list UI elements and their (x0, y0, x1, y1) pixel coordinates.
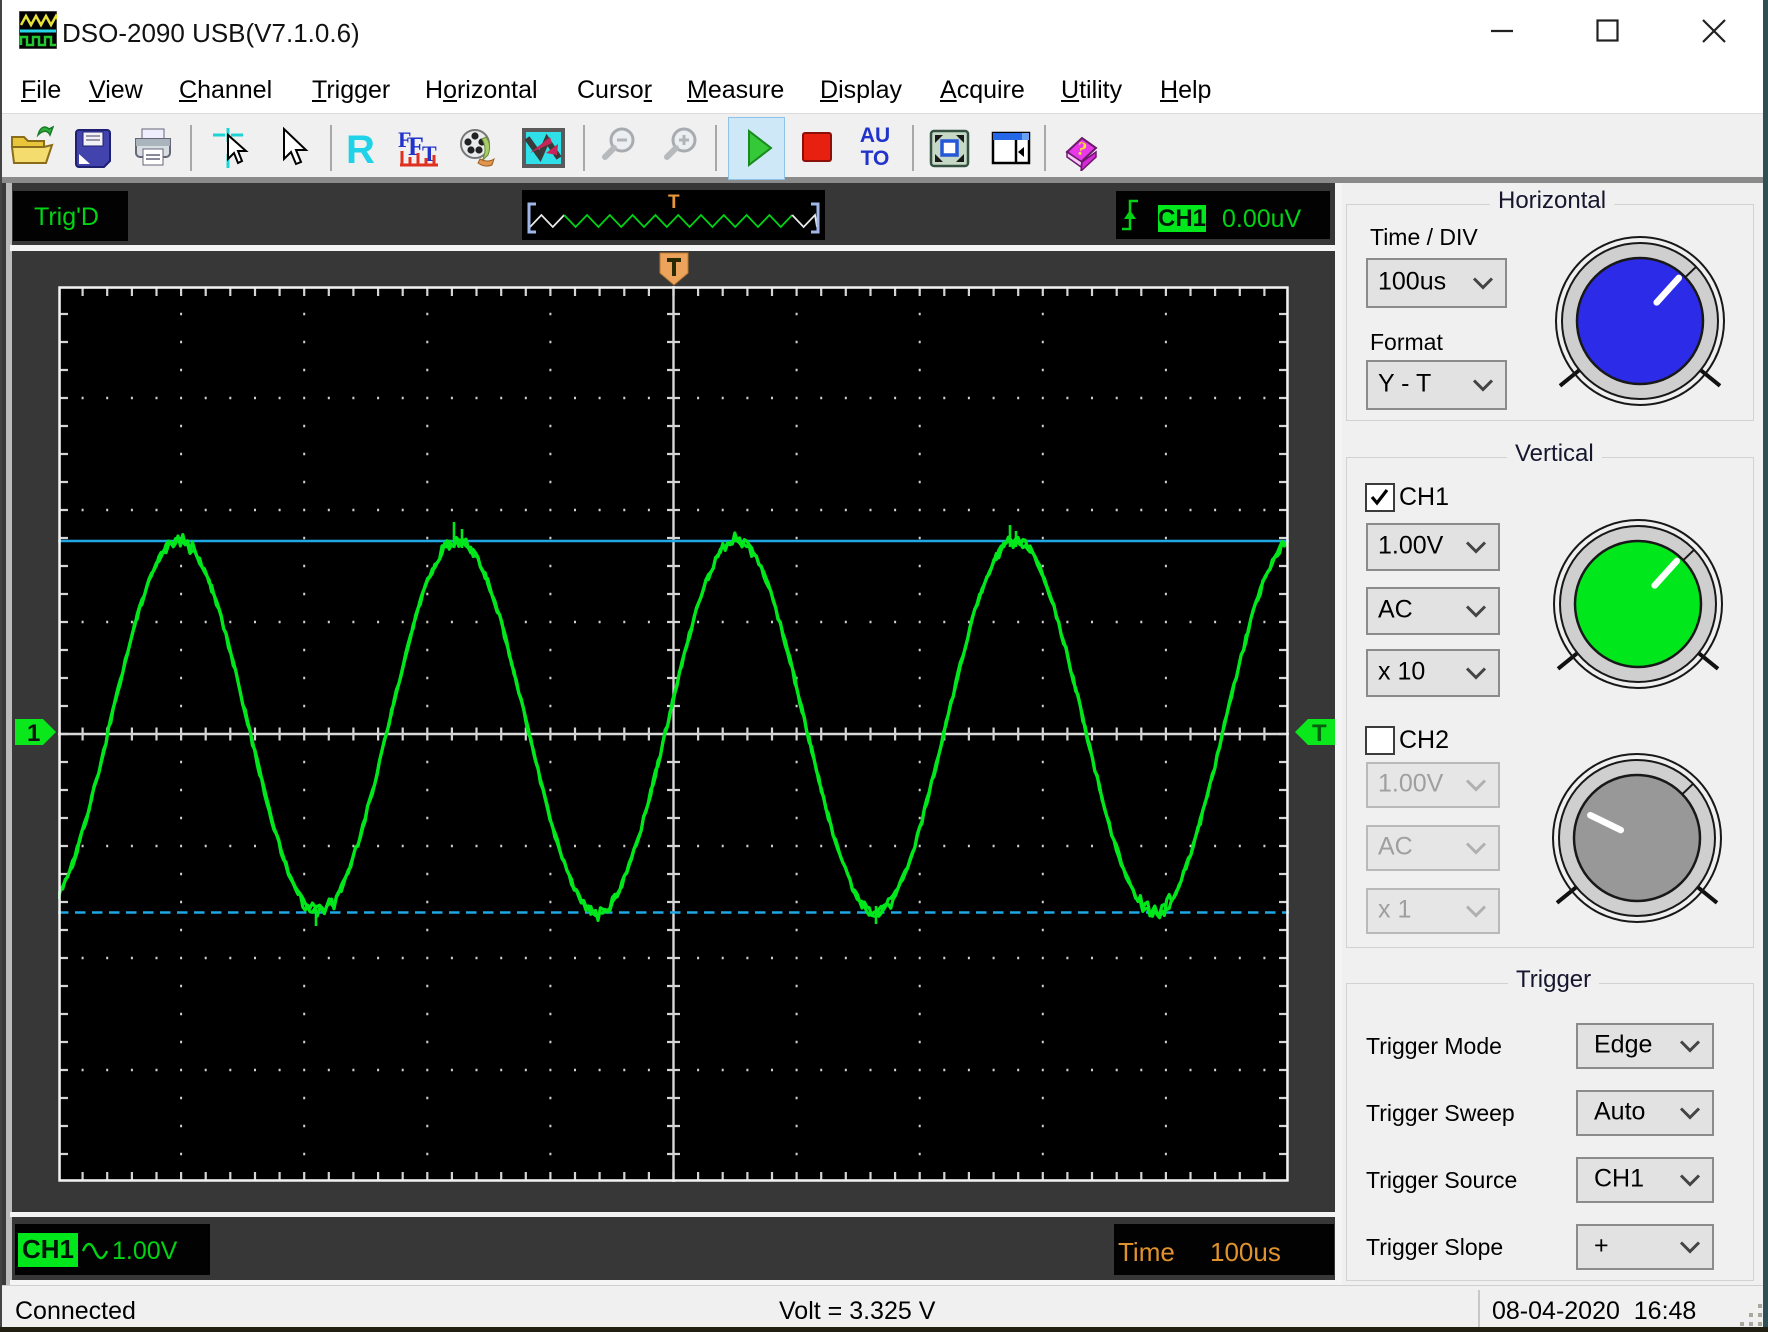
svg-text:R: R (346, 128, 375, 171)
svg-text:T: T (1312, 720, 1327, 747)
svg-text:1: 1 (27, 720, 40, 747)
svg-text:T: T (668, 192, 680, 213)
